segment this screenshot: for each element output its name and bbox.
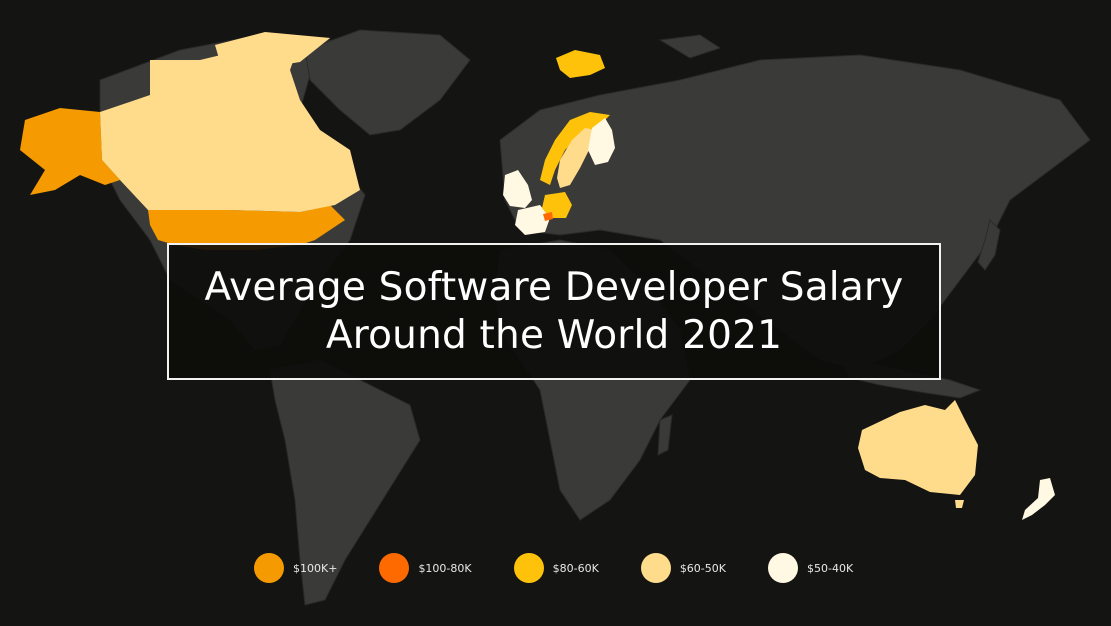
legend: $100K+ $100-80K $80-60K $60-50K $50-40K [254, 553, 895, 583]
australia [858, 400, 978, 495]
legend-item-100k-plus: $100K+ [254, 553, 337, 583]
legend-item-100-80k: $100-80K [379, 553, 472, 583]
legend-swatch [513, 553, 544, 583]
madagascar [657, 414, 673, 456]
new-zealand [1022, 478, 1055, 520]
legend-label: $100K+ [293, 561, 338, 575]
svalbard [556, 50, 605, 78]
legend-swatch [768, 553, 798, 583]
greenland [304, 29, 471, 136]
legend-item-80-60k: $80-60K [513, 553, 599, 583]
arctic-islands [658, 34, 722, 59]
title-box: Average Software Developer Salary Around… [167, 243, 941, 380]
legend-swatch [254, 553, 284, 583]
legend-label: $60-50K [679, 561, 726, 575]
legend-label: $80-60K [552, 561, 599, 575]
legend-swatch [379, 553, 410, 583]
legend-item-50-40k: $50-40K [768, 553, 853, 583]
legend-swatch [640, 553, 671, 583]
tasmania [955, 500, 964, 508]
legend-label: $100-80K [418, 561, 472, 575]
legend-label: $50-40K [807, 561, 854, 575]
title-line-2: Around the World 2021 [325, 312, 783, 358]
legend-item-60-50k: $60-50K [640, 553, 726, 583]
title-line-1: Average Software Developer Salary [204, 264, 904, 310]
